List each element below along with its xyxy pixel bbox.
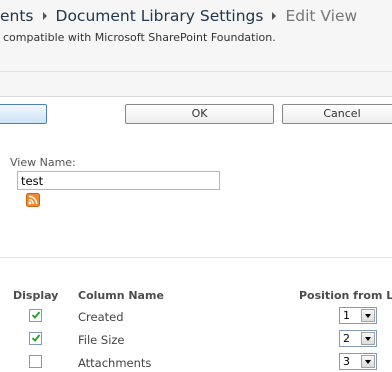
view-name-input[interactable]	[17, 171, 220, 190]
display-checkbox-created[interactable]	[29, 309, 42, 322]
view-name-label: View Name:	[10, 156, 76, 169]
column-name-header: Column Name	[78, 289, 164, 302]
checkmark-icon	[31, 311, 41, 319]
position-select-created[interactable]: 1	[339, 307, 377, 324]
position-value: 2	[343, 332, 350, 345]
chevron-down-icon[interactable]	[361, 309, 375, 322]
display-checkbox-file-size[interactable]	[29, 332, 42, 345]
divider	[0, 71, 392, 72]
display-checkbox-attachments[interactable]	[29, 355, 42, 368]
position-value: 1	[343, 309, 350, 322]
position-select-attachments[interactable]: 3	[339, 353, 377, 370]
divider	[0, 96, 392, 97]
checkmark-icon	[31, 334, 41, 342]
position-value: 3	[343, 355, 350, 368]
breadcrumb-separator-icon	[272, 12, 277, 20]
chevron-down-icon[interactable]	[361, 332, 375, 345]
toolbar-button-partial[interactable]	[0, 104, 47, 124]
chevron-down-icon[interactable]	[361, 355, 375, 368]
column-name-file-size: File Size	[78, 333, 125, 347]
breadcrumb-separator-icon	[42, 12, 47, 20]
position-select-file-size[interactable]: 2	[339, 330, 377, 347]
breadcrumb-item-document-library-settings[interactable]: Document Library Settings	[56, 7, 264, 25]
divider	[0, 257, 392, 258]
cancel-button[interactable]: Cancel	[282, 104, 392, 124]
column-name-created: Created	[78, 310, 124, 324]
edit-view-page: ents Document Library Settings Edit View c…	[0, 0, 392, 372]
ok-button[interactable]: OK	[125, 104, 274, 124]
display-column-header: Display	[13, 289, 59, 302]
rss-feed-icon[interactable]	[26, 193, 40, 207]
page-description: compatible with Microsoft SharePoint Fou…	[3, 31, 276, 44]
position-column-header: Position from Left	[299, 289, 392, 302]
breadcrumb-current-page: Edit View	[285, 7, 358, 25]
column-name-attachments: Attachments	[78, 356, 152, 370]
page-header: ents Document Library Settings Edit View c…	[0, 0, 392, 97]
breadcrumb: ents Document Library Settings Edit View	[0, 5, 357, 27]
breadcrumb-item-documents[interactable]: ents	[0, 7, 34, 25]
